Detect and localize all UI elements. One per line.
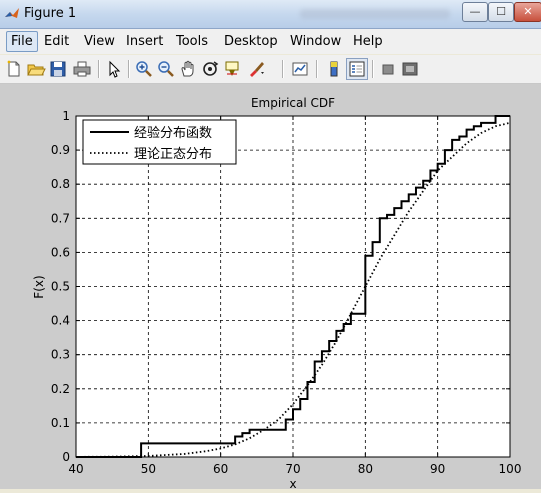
pointer-icon[interactable]: [104, 59, 124, 79]
colorbar-icon[interactable]: [324, 59, 344, 79]
x-axis-label: x: [289, 477, 296, 489]
menu-desktop[interactable]: Desktop: [219, 33, 283, 50]
blurred-title-area: [300, 9, 450, 19]
title-bar: Figure 1 — ☐ ✕: [0, 0, 541, 29]
window-title: Figure 1: [24, 6, 77, 21]
y-tick-label: 0.6: [51, 245, 70, 259]
menu-help[interactable]: Help: [348, 33, 388, 50]
toolbar: [0, 55, 541, 84]
brush-icon[interactable]: [246, 59, 266, 79]
pan-icon[interactable]: [178, 59, 198, 79]
minimize-button[interactable]: —: [462, 2, 488, 22]
toolbar-separator: [98, 60, 100, 78]
legend[interactable]: 经验分布函数 理论正态分布: [82, 119, 237, 165]
x-tick-label: 80: [358, 462, 373, 476]
y-tick-label: 0.2: [51, 382, 70, 396]
save-icon[interactable]: [48, 59, 68, 79]
matlab-logo-icon: [5, 8, 19, 18]
toolbar-separator: [316, 60, 318, 78]
y-tick-label: 0.1: [51, 416, 70, 430]
zoom-in-icon[interactable]: [134, 59, 154, 79]
cdf-chart: 40 50 60 70 80 90 100 0 0.1 0.2 0.3 0.4 0.5 0.6 0.7 0.8…: [32, 96, 522, 491]
toolbar-separator: [372, 60, 374, 78]
rotate-icon[interactable]: [200, 59, 220, 79]
show-plot-tools-icon[interactable]: [400, 59, 420, 79]
hide-plot-tools-icon[interactable]: [378, 59, 398, 79]
y-tick-label: 0.4: [51, 314, 70, 328]
y-axis-label: F(x): [32, 275, 46, 298]
figure-canvas: 40 50 60 70 80 90 100 0 0.1 0.2 0.3 0.4 0.5 0.6 0.7 0.8…: [0, 84, 541, 491]
link-plot-icon[interactable]: [290, 59, 310, 79]
menu-edit[interactable]: Edit: [39, 33, 74, 50]
maximize-button[interactable]: ☐: [488, 2, 514, 22]
menu-view[interactable]: View: [79, 33, 120, 50]
menu-insert[interactable]: Insert: [121, 33, 168, 50]
chart-title: Empirical CDF: [251, 96, 335, 110]
menu-tools[interactable]: Tools: [171, 33, 213, 50]
legend-icon[interactable]: [346, 58, 368, 80]
toolbar-separator: [128, 60, 130, 78]
menu-bar: File Edit View Insert Tools Desktop Wind…: [0, 29, 541, 54]
x-tick-label: 60: [213, 462, 228, 476]
y-tick-label: 0: [62, 450, 70, 464]
x-tick-label: 50: [141, 462, 156, 476]
open-file-icon[interactable]: [26, 59, 46, 79]
menu-file[interactable]: File: [6, 31, 38, 52]
x-tick-label: 70: [285, 462, 300, 476]
menu-window[interactable]: Window: [285, 33, 346, 50]
print-icon[interactable]: [72, 59, 92, 79]
toolbar-separator: [282, 60, 284, 78]
zoom-out-icon[interactable]: [156, 59, 176, 79]
y-tick-label: 0.8: [51, 177, 70, 191]
new-figure-icon[interactable]: [4, 59, 24, 79]
y-tick-label: 0.5: [51, 280, 70, 294]
y-tick-label: 1: [62, 109, 70, 123]
data-cursor-icon[interactable]: [222, 59, 242, 79]
close-button[interactable]: ✕: [514, 2, 541, 22]
x-tick-label: 40: [68, 462, 83, 476]
y-tick-label: 0.9: [51, 143, 70, 157]
x-tick-label: 100: [499, 462, 522, 476]
y-tick-label: 0.3: [51, 348, 70, 362]
legend-label-normal: 理论正态分布: [134, 147, 212, 162]
x-tick-label: 90: [430, 462, 445, 476]
legend-label-empirical: 经验分布函数: [134, 125, 212, 141]
y-tick-label: 0.7: [51, 211, 70, 225]
